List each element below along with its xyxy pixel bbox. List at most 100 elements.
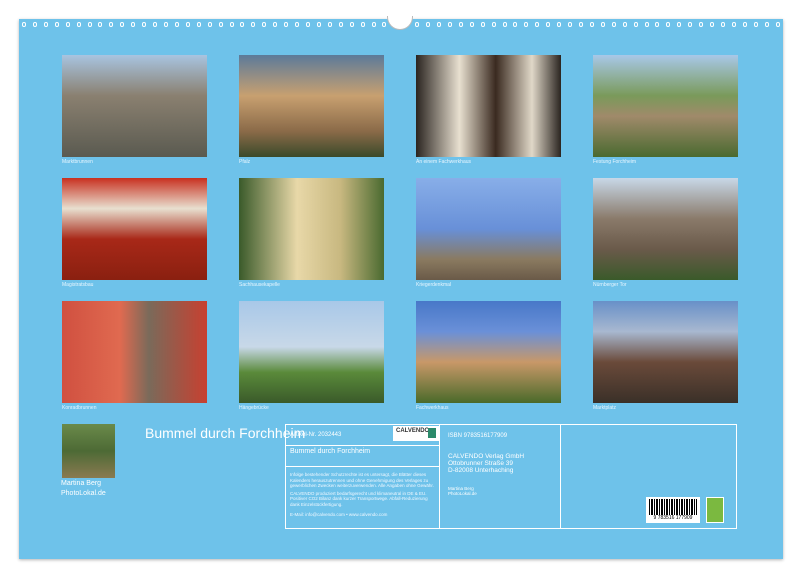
photo-caption: Hängebrücke: [239, 405, 269, 411]
ring: [208, 22, 212, 27]
ring: [568, 22, 572, 27]
ring: [666, 22, 670, 27]
photo-caption: Marktbrunnen: [62, 159, 93, 165]
info-title: Bummel durch Forchheim: [285, 445, 440, 467]
ring: [524, 22, 528, 27]
ring: [754, 22, 758, 27]
publisher-city: D-82008 Unterhaching: [448, 467, 552, 474]
calendar-photo: [239, 55, 384, 157]
photo-caption: Sachhausekapelle: [239, 282, 280, 288]
calendar-photo: [62, 178, 207, 280]
ring: [186, 22, 190, 27]
ring: [273, 22, 277, 27]
calendar-photo: [593, 301, 738, 403]
ring: [426, 22, 430, 27]
ring: [513, 22, 517, 27]
ring: [470, 22, 474, 27]
disclaimer-1: Infolge bestehender Schutzrechte ist es …: [290, 472, 435, 489]
ring: [535, 22, 539, 27]
ring: [645, 22, 649, 27]
ring: [197, 22, 201, 27]
ring: [164, 22, 168, 27]
publisher-name: CALVENDO Verlag GmbH: [448, 453, 552, 460]
ring: [55, 22, 59, 27]
ring: [317, 22, 321, 27]
ring: [765, 22, 769, 27]
ring: [109, 22, 113, 27]
ring: [88, 22, 92, 27]
eco-leaf-icon: [706, 497, 724, 523]
photo-caption: Fachwerkhaus: [416, 405, 449, 411]
ring: [306, 22, 310, 27]
ring: [557, 22, 561, 27]
contact: E-Mail: info@calvendo.com • www.calvendo…: [290, 512, 435, 518]
logo-mark: [428, 428, 436, 438]
ring: [677, 22, 681, 27]
ring: [688, 22, 692, 27]
publisher-block: ISBN 9783516177909 CALVENDO Verlag GmbH …: [439, 424, 561, 529]
ring: [448, 22, 452, 27]
legal-block: Infolge bestehender Schutzrechte ist es …: [285, 466, 440, 529]
ring: [503, 22, 507, 27]
photo-caption: An einem Fachwerkhaus: [416, 159, 471, 165]
ring: [546, 22, 550, 27]
ring: [77, 22, 81, 27]
ring: [33, 22, 37, 27]
ring: [699, 22, 703, 27]
ring: [328, 22, 332, 27]
ring: [492, 22, 496, 27]
ring: [579, 22, 583, 27]
barcode-bars: [649, 499, 697, 515]
ring: [590, 22, 594, 27]
ring: [372, 22, 376, 27]
ring: [601, 22, 605, 27]
ring: [655, 22, 659, 27]
author-credit: Martina Berg PhotoLokal.de: [448, 486, 552, 496]
ring: [415, 22, 419, 27]
photo-caption: Kriegerdenkmal: [416, 282, 451, 288]
photo-caption: Konradbrunnen: [62, 405, 96, 411]
ring: [339, 22, 343, 27]
photo-caption: Magistratsbau: [62, 282, 93, 288]
ring: [284, 22, 288, 27]
ring: [251, 22, 255, 27]
calendar-photo: [62, 55, 207, 157]
calendar-photo: [239, 178, 384, 280]
calendar-photo: [593, 55, 738, 157]
photo-caption: Marktplatz: [593, 405, 616, 411]
ring: [612, 22, 616, 27]
barcode: 9 783516 177909: [646, 497, 700, 523]
ring: [437, 22, 441, 27]
ring: [240, 22, 244, 27]
ring: [481, 22, 485, 27]
publisher-street: Ottobrunner Straße 39: [448, 460, 552, 467]
ring: [153, 22, 157, 27]
barcode-number: 9 783516 177909: [649, 515, 697, 521]
author-photo: [62, 424, 115, 478]
ring: [361, 22, 365, 27]
photo-caption: Nürnberger Tor: [593, 282, 627, 288]
calvendo-logo: CALVENDO: [393, 426, 439, 441]
author-site: PhotoLokal.de: [61, 490, 106, 497]
ring: [22, 22, 26, 27]
photo-caption: Pfalz: [239, 159, 250, 165]
ring: [66, 22, 70, 27]
ring: [350, 22, 354, 27]
logo-text: CALVENDO: [396, 428, 429, 434]
ring: [175, 22, 179, 27]
ring: [142, 22, 146, 27]
ring: [382, 22, 386, 27]
calendar-photo: [416, 178, 561, 280]
ring: [98, 22, 102, 27]
disclaimer-2: CALVENDO produziert bedarfsgerecht und k…: [290, 491, 435, 508]
ring: [44, 22, 48, 27]
ring: [459, 22, 463, 27]
ring: [623, 22, 627, 27]
ring: [295, 22, 299, 27]
ring: [776, 22, 780, 27]
calendar-photo: [416, 55, 561, 157]
ring: [230, 22, 234, 27]
calendar-photo: [239, 301, 384, 403]
calendar-photo: [62, 301, 207, 403]
ring: [743, 22, 747, 27]
